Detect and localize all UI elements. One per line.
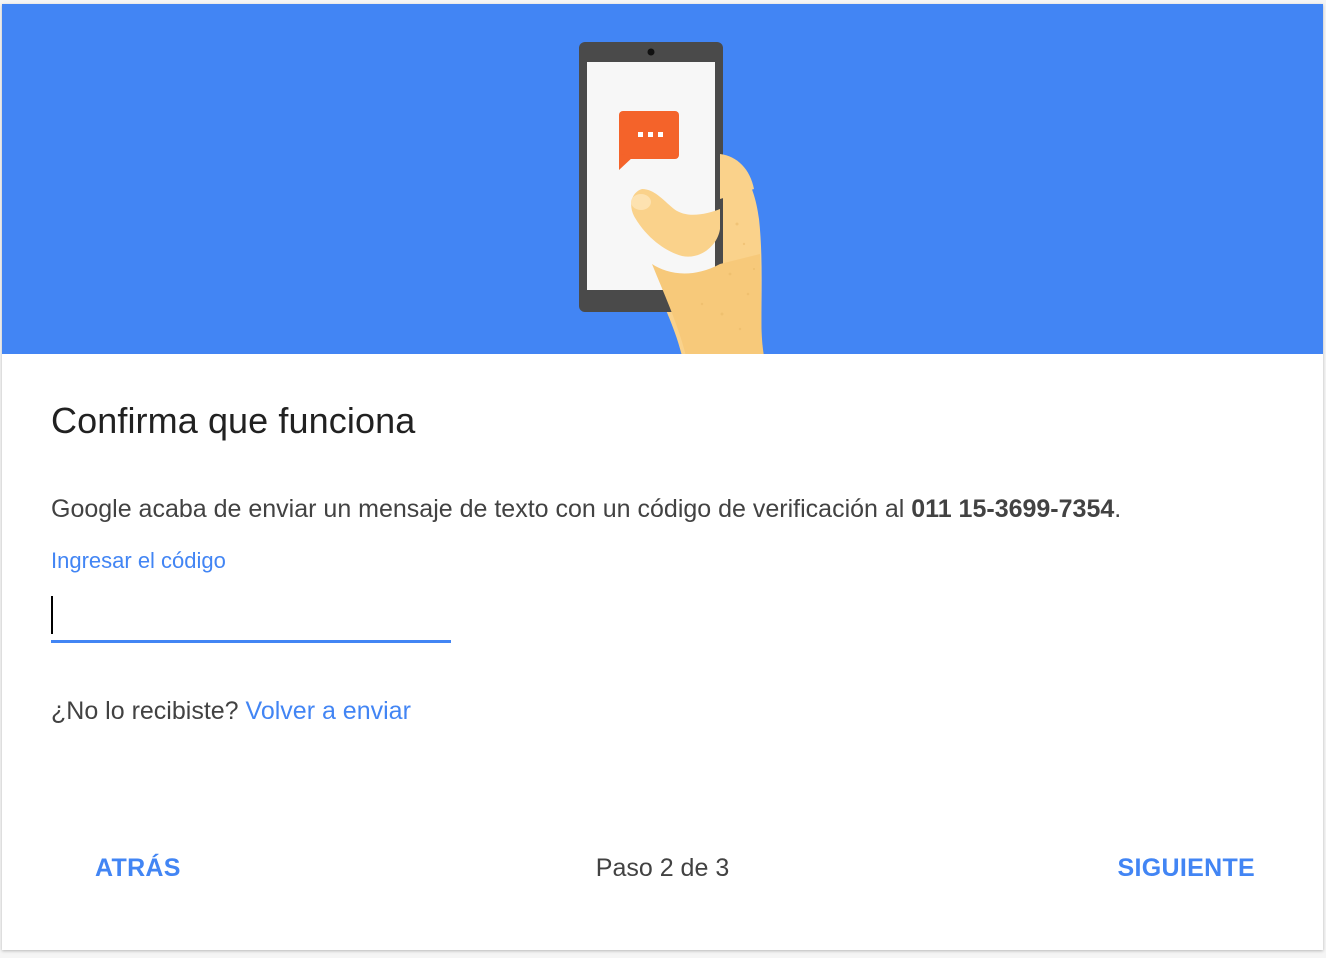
description-text: Google acaba de enviar un mensaje de tex… bbox=[51, 495, 912, 523]
verification-card: Confirma que funciona Google acaba de en… bbox=[2, 4, 1323, 950]
resend-prompt: ¿No lo recibiste? bbox=[51, 697, 246, 725]
phone-with-text-message-icon bbox=[579, 42, 764, 354]
next-button[interactable]: SIGUIENTE bbox=[1118, 854, 1255, 883]
verification-code-input[interactable] bbox=[51, 594, 451, 643]
text-caret bbox=[51, 596, 53, 634]
verification-description: Google acaba de enviar un mensaje de tex… bbox=[51, 495, 1121, 524]
resend-row: ¿No lo recibiste? Volver a enviar bbox=[51, 697, 411, 726]
phone-screen bbox=[587, 62, 715, 290]
resend-link[interactable]: Volver a enviar bbox=[246, 697, 411, 725]
description-suffix: . bbox=[1114, 495, 1122, 523]
hero-banner bbox=[2, 4, 1323, 354]
page-title: Confirma que funciona bbox=[51, 400, 416, 441]
step-label: Paso 2 de 3 bbox=[595, 854, 730, 882]
phone-number: 011 15-3699-7354 bbox=[911, 495, 1115, 523]
code-field-label: Ingresar el código bbox=[51, 548, 226, 573]
code-field bbox=[51, 594, 451, 644]
back-button[interactable]: ATRÁS bbox=[95, 854, 181, 883]
